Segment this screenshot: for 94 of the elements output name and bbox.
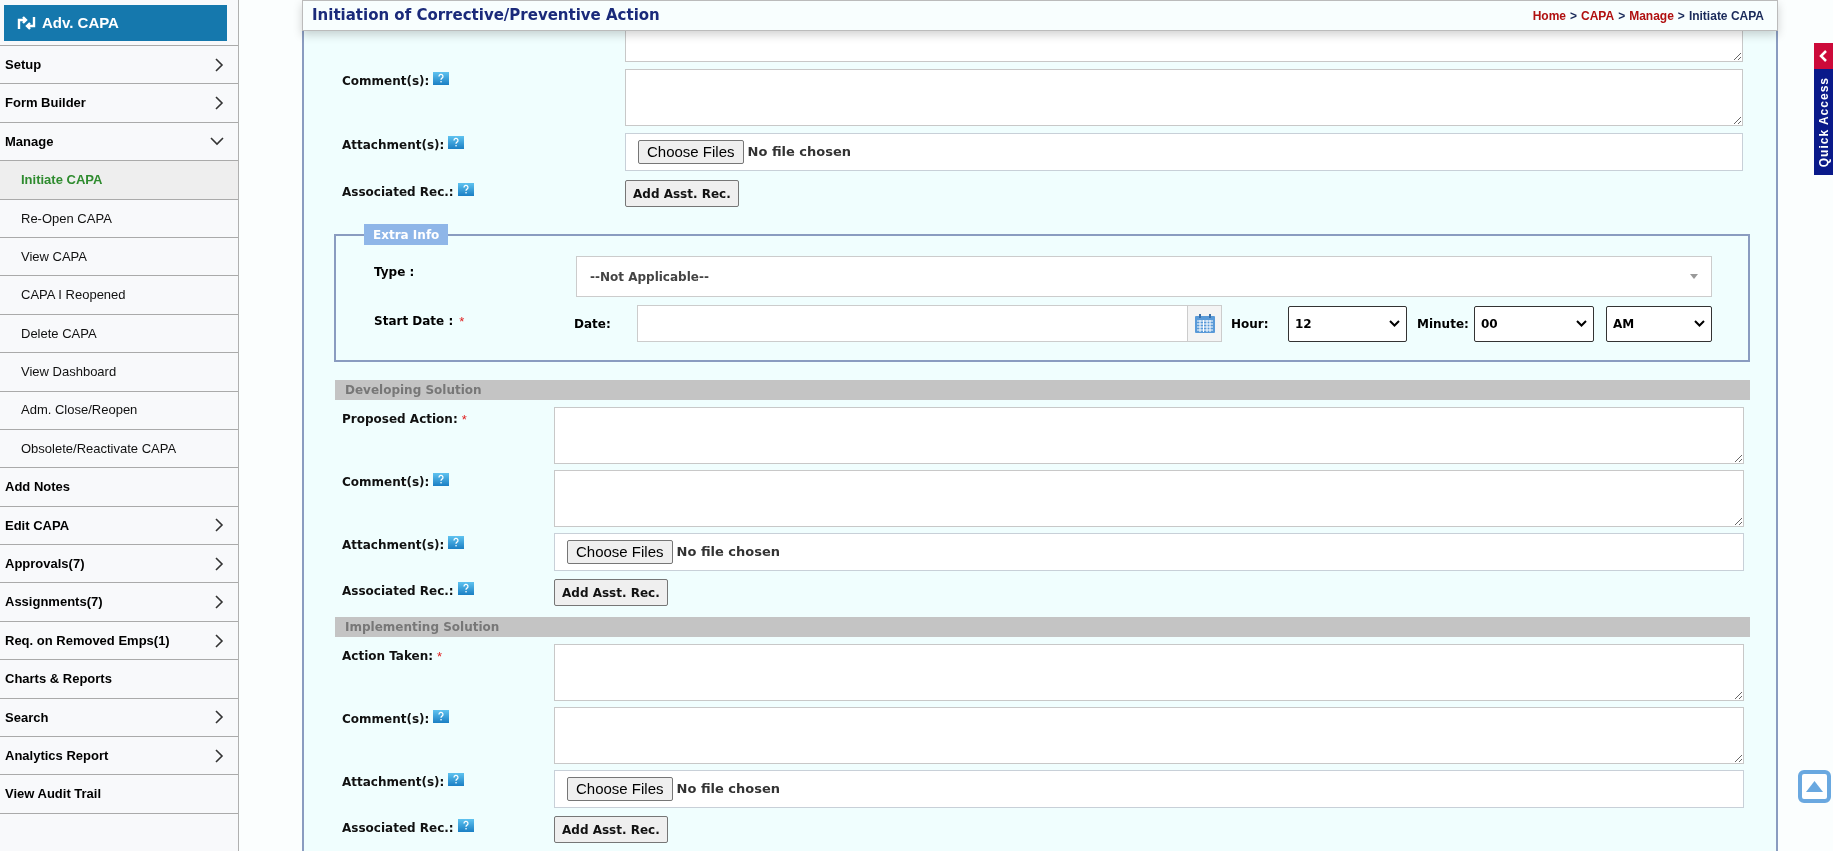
choose-files-button[interactable]: Choose Files (567, 777, 673, 801)
file-status: No file chosen (676, 543, 781, 562)
field-label: Type : (374, 265, 415, 279)
sidebar-item[interactable]: Req. on Removed Emps(1) (0, 621, 238, 661)
chevron-right-icon (215, 710, 224, 725)
hour-select[interactable]: 12 (1288, 305, 1407, 342)
submenu-item[interactable]: View CAPA (0, 237, 238, 277)
minute-label: Minute: (1417, 315, 1470, 333)
chevron-right-icon (215, 518, 224, 533)
choose-files-button[interactable]: Choose Files (638, 140, 744, 164)
file-field[interactable]: Choose Files No file chosen (625, 133, 1743, 171)
field-label: Attachment(s): (342, 774, 445, 791)
choose-files-button[interactable]: Choose Files (567, 540, 673, 564)
text-area[interactable] (625, 31, 1743, 62)
field-label: Associated Rec.: (342, 820, 454, 837)
field-label: Associated Rec.: (342, 583, 454, 600)
repeat-icon (16, 16, 37, 30)
submenu-item[interactable]: Initiate CAPA (0, 161, 238, 200)
chevron-right-icon (215, 748, 224, 763)
file-status: No file chosen (676, 780, 781, 799)
file-status: No file chosen (747, 143, 852, 162)
sidebar-item[interactable]: Assignments(7) (0, 583, 238, 622)
chevron-right-icon (215, 57, 224, 72)
period-select[interactable]: AM (1606, 305, 1712, 342)
breadcrumb-separator: > (1618, 7, 1626, 25)
submenu-item[interactable]: Obsolete/Reactivate CAPA (0, 429, 238, 469)
text-area[interactable] (554, 407, 1744, 464)
field-label: Comment(s): (342, 711, 430, 728)
sidebar-item[interactable]: Approvals(7) (0, 545, 238, 584)
chevron-right-icon (215, 96, 224, 111)
text-area[interactable] (554, 644, 1744, 701)
submenu-item[interactable]: Re-Open CAPA (0, 199, 238, 238)
field-label: Start Date : (374, 313, 454, 330)
field-label: Associated Rec.: (342, 184, 454, 201)
calendar-button[interactable] (1188, 305, 1222, 342)
app-button[interactable]: Adv. CAPA (4, 5, 227, 41)
section-header: Developing Solution (335, 380, 1750, 400)
text-area[interactable] (554, 470, 1744, 527)
required-mark: * (459, 313, 465, 331)
chevron-right-icon (215, 595, 224, 610)
triangle-up-icon (1806, 781, 1823, 792)
chevron-down-icon (1389, 320, 1400, 327)
file-field[interactable]: Choose Files No file chosen (554, 770, 1744, 808)
collapse-button[interactable] (1814, 43, 1833, 69)
quick-access-tab[interactable]: Quick Access (1814, 69, 1833, 175)
required-mark: * (461, 411, 467, 429)
submenu-item[interactable]: CAPA I Reopened (0, 276, 238, 315)
field-label: Attachment(s): (342, 137, 445, 154)
breadcrumb-separator: > (1570, 7, 1578, 25)
field-label: Action Taken: (342, 648, 434, 665)
add-record-button[interactable]: Add Asst. Rec. (554, 816, 668, 843)
calendar-icon (1194, 314, 1215, 333)
sidebar-item[interactable]: Analytics Report (0, 737, 238, 776)
text-area[interactable] (625, 69, 1743, 126)
breadcrumb-separator: > (1677, 7, 1685, 25)
chevron-left-icon (1819, 50, 1828, 62)
sidebar-item[interactable]: View Audit Trail (0, 775, 238, 814)
breadcrumb-link[interactable]: Home (1532, 6, 1566, 25)
date-field[interactable] (637, 305, 1188, 342)
field-label: Attachment(s): (342, 537, 445, 554)
breadcrumb-link[interactable]: Manage (1629, 6, 1674, 25)
sidebar-item[interactable]: Edit CAPA (0, 506, 238, 546)
add-record-button[interactable]: Add Asst. Rec. (625, 180, 739, 207)
required-mark: * (437, 648, 443, 666)
scroll-to-top-button[interactable] (1798, 770, 1831, 803)
chevron-down-icon (1576, 320, 1587, 327)
minute-select[interactable]: 00 (1474, 305, 1594, 342)
chevron-right-icon (215, 633, 224, 648)
hour-label: Hour: (1231, 315, 1270, 333)
submenu-item[interactable]: Adm. Close/Reopen (0, 391, 238, 430)
submenu-item[interactable]: View Dashboard (0, 353, 238, 392)
breadcrumb-current: Initiate CAPA (1688, 7, 1764, 25)
field-label: Comment(s): (342, 73, 430, 90)
file-field[interactable]: Choose Files No file chosen (554, 533, 1744, 571)
submenu-item[interactable]: Delete CAPA (0, 314, 238, 354)
panel-legend: Extra Info (364, 224, 449, 245)
field-label: Proposed Action: (342, 411, 458, 428)
type-select[interactable]: --Not Applicable-- (576, 256, 1712, 297)
date-label: Date: (574, 315, 612, 333)
breadcrumb-link[interactable]: CAPA (1581, 6, 1615, 25)
page-title: Initiation of Corrective/Preventive Action (312, 5, 660, 27)
sidebar-item[interactable]: Charts & Reports (0, 660, 238, 699)
add-record-button[interactable]: Add Asst. Rec. (554, 579, 668, 606)
chevron-right-icon (215, 556, 224, 571)
sidebar-item[interactable]: Search (0, 698, 238, 738)
caret-down-icon (1690, 274, 1698, 279)
field-label: Comment(s): (342, 474, 430, 491)
text-area[interactable] (554, 707, 1744, 764)
sidebar-item[interactable]: Setup (0, 46, 238, 85)
section-header: Implementing Solution (335, 617, 1750, 637)
sidebar-item[interactable]: Add Notes (0, 468, 238, 507)
chevron-down-icon (1694, 320, 1705, 327)
chevron-down-icon (210, 136, 224, 146)
sidebar-item[interactable]: Form Builder (0, 84, 238, 123)
